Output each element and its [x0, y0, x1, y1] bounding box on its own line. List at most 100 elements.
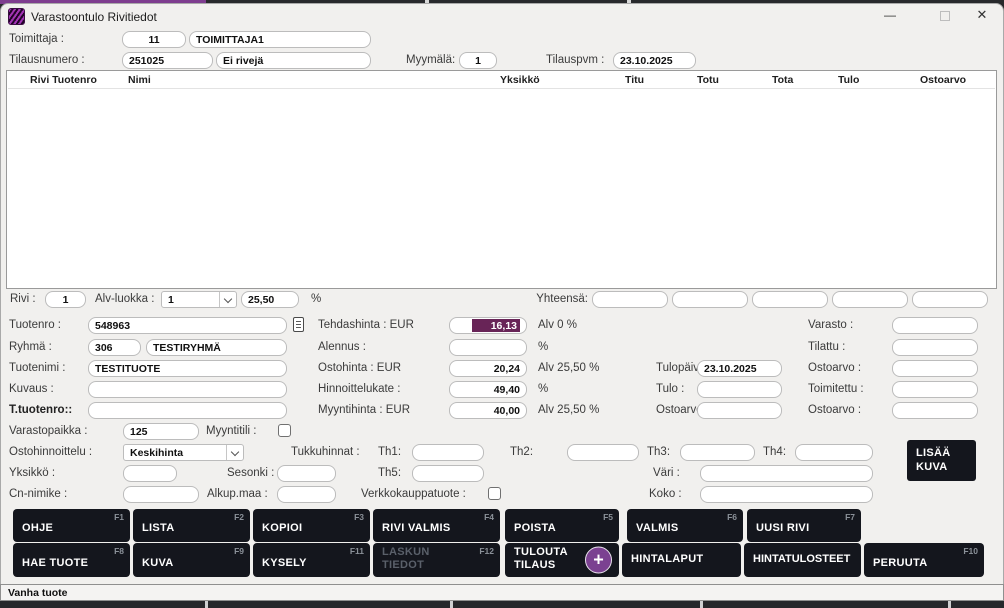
laskun-tiedot-button[interactable]: LASKUN TIEDOTF12: [373, 543, 500, 577]
cn-nimike-field[interactable]: [123, 486, 199, 503]
button-label: HINTATULOSTEET: [753, 553, 850, 566]
ostohinta-alv-label: Alv 25,50 %: [538, 362, 599, 374]
th2-label: Th2:: [510, 446, 533, 458]
tuotenimi-field[interactable]: TESTITUOTE: [88, 360, 287, 377]
tilattu-field[interactable]: [892, 339, 978, 356]
rows-grid[interactable]: [6, 70, 997, 289]
tilaus-status-field[interactable]: Ei rivejä: [216, 52, 371, 69]
tulo-field[interactable]: [697, 381, 782, 398]
alennus-field[interactable]: [449, 339, 527, 356]
myyntihinta-field[interactable]: 40,00: [449, 402, 527, 419]
th2-field[interactable]: [567, 444, 639, 461]
tuotenro-value: 548963: [95, 320, 130, 332]
hinnoittelukate-pct-sign: %: [538, 383, 548, 395]
myyntihinta-value: 40,00: [494, 405, 520, 417]
uusi-rivi-button[interactable]: UUSI RIVIF7: [747, 509, 861, 542]
varasto-field[interactable]: [892, 317, 978, 334]
close-button[interactable]: ✕: [971, 6, 993, 24]
maximize-button[interactable]: [940, 11, 950, 21]
rivi-label: Rivi :: [10, 293, 36, 305]
t-tuotenro-field[interactable]: [88, 402, 287, 419]
hae-tuote-button[interactable]: HAE TUOTEF8: [13, 543, 130, 577]
verkkokauppatuote-checkbox[interactable]: [488, 487, 501, 500]
minimize-button[interactable]: —: [879, 6, 901, 24]
tehdashinta-field[interactable]: 16,13: [449, 317, 527, 334]
toimittaja-code-field[interactable]: 11: [122, 31, 186, 48]
ostoarvo-field-3[interactable]: [892, 402, 978, 419]
alv-pct-field[interactable]: 25,50: [241, 291, 299, 308]
kopioi-button[interactable]: KOPIOIF3: [253, 509, 370, 542]
ostohinta-field[interactable]: 20,24: [449, 360, 527, 377]
col-nimi: Nimi: [128, 74, 151, 86]
yhteensa-field-1[interactable]: [592, 291, 668, 308]
peruuta-button[interactable]: PERUUTAF10: [864, 543, 984, 577]
yhteensa-field-3[interactable]: [752, 291, 828, 308]
chevron-down-icon[interactable]: [226, 445, 242, 460]
th4-field[interactable]: [795, 444, 873, 461]
ryhma-name-field[interactable]: TESTIRYHMÄ: [146, 339, 287, 356]
poista-button[interactable]: POISTAF5: [505, 509, 619, 542]
th5-field[interactable]: [412, 465, 484, 482]
ryhma-code-field[interactable]: 306: [88, 339, 141, 356]
koko-field[interactable]: [700, 486, 873, 503]
ostoarvo-field-1[interactable]: [892, 360, 978, 377]
document-icon[interactable]: [293, 317, 304, 332]
hinnoittelukate-field[interactable]: 49,40: [449, 381, 527, 398]
ostoarvo-field-2[interactable]: [697, 402, 782, 419]
col-tulo: Tulo: [838, 74, 859, 86]
koko-label: Koko :: [649, 488, 682, 500]
chevron-down-icon[interactable]: [219, 292, 235, 307]
yksikko-field[interactable]: [123, 465, 177, 482]
tilauspvm-label: Tilauspvm :: [546, 54, 604, 66]
ryhma-code: 306: [95, 342, 113, 354]
toimittaja-name-field[interactable]: TOIMITTAJA1: [189, 31, 371, 48]
hintatulosteet-button[interactable]: HINTATULOSTEET: [744, 543, 861, 577]
alkup-maa-field[interactable]: [277, 486, 336, 503]
col-ostoarvo: Ostoarvo: [920, 74, 966, 86]
kuva-button[interactable]: KUVAF9: [133, 543, 250, 577]
lisaa-kuva-button[interactable]: LISÄÄ KUVA: [907, 440, 976, 481]
kuvaus-label: Kuvaus :: [9, 383, 54, 395]
button-label: PERUUTA: [873, 557, 927, 570]
lista-button[interactable]: LISTAF2: [133, 509, 250, 542]
myymala-value: 1: [475, 55, 481, 67]
tilausnumero-field[interactable]: 251025: [122, 52, 213, 69]
sesonki-label: Sesonki :: [227, 467, 274, 479]
ostohinnoittelu-select[interactable]: Keskihinta: [123, 444, 244, 461]
kysely-button[interactable]: KYSELYF11: [253, 543, 370, 577]
rivi-valmis-button[interactable]: RIVI VALMISF4: [373, 509, 500, 542]
alennus-pct-sign: %: [538, 341, 548, 353]
yhteensa-field-2[interactable]: [672, 291, 748, 308]
varastopaikka-field[interactable]: 125: [123, 423, 199, 440]
yhteensa-field-4[interactable]: [832, 291, 908, 308]
sesonki-field[interactable]: [277, 465, 336, 482]
tehdashinta-label: Tehdashinta : EUR: [318, 319, 414, 331]
col-titu: Titu: [625, 74, 644, 86]
th4-label: Th4:: [763, 446, 786, 458]
valmis-button[interactable]: VALMISF6: [627, 509, 743, 542]
window-title: Varastoontulo Rivitiedot: [31, 10, 157, 24]
tulopaiva-field[interactable]: 23.10.2025: [697, 360, 782, 377]
myymala-field[interactable]: 1: [459, 52, 497, 69]
th3-field[interactable]: [680, 444, 755, 461]
th1-field[interactable]: [412, 444, 484, 461]
tulouta-tilaus-button[interactable]: TULOUTA TILAUS+: [505, 543, 619, 577]
rivi-field[interactable]: 1: [45, 291, 86, 308]
toimitettu-field[interactable]: [892, 381, 978, 398]
hintalaput-button[interactable]: HINTALAPUT: [622, 543, 741, 577]
col-tota: Tota: [772, 74, 793, 86]
backdrop-bottom-gap-2: [450, 601, 453, 608]
toimittaja-name: TOIMITTAJA1: [196, 34, 264, 46]
alv-luokka-label: Alv-luokka :: [95, 293, 154, 305]
ohje-button[interactable]: OHJEF1: [13, 509, 130, 542]
alv-luokka-select[interactable]: 1: [161, 291, 237, 308]
tilauspvm-field[interactable]: 23.10.2025: [613, 52, 696, 69]
vari-field[interactable]: [700, 465, 873, 482]
yhteensa-field-5[interactable]: [912, 291, 988, 308]
myymala-label: Myymälä:: [406, 54, 455, 66]
tuotenimi-value: TESTITUOTE: [95, 363, 160, 375]
myyntitili-checkbox[interactable]: [278, 424, 291, 437]
tuotenro-field[interactable]: 548963: [88, 317, 287, 334]
col-totu: Totu: [697, 74, 719, 86]
kuvaus-field[interactable]: [88, 381, 287, 398]
